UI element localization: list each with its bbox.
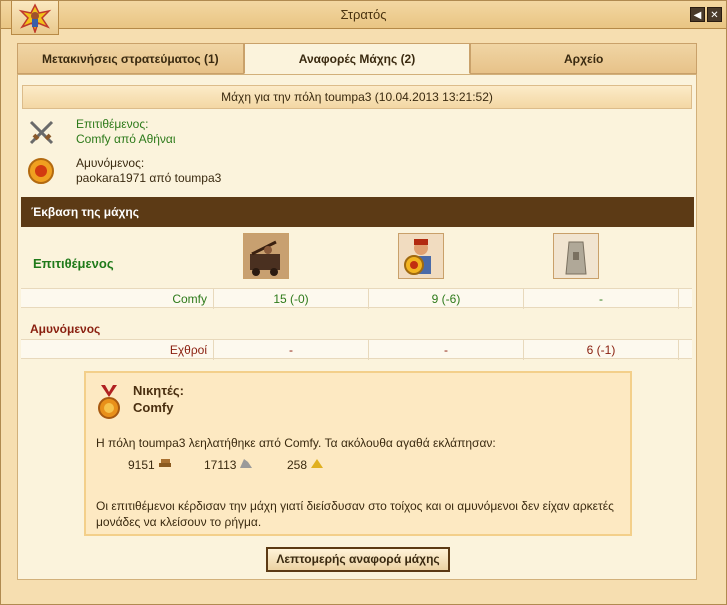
- report-panel: Μάχη για την πόλη toumpa3 (10.04.2013 13…: [17, 74, 697, 580]
- wall-icon[interactable]: [553, 233, 599, 279]
- attacker-unit-1-count: 15 (-0): [214, 289, 369, 309]
- defender-side-label: Αμυνόμενος: [30, 322, 101, 336]
- plunder-text: Η πόλη toumpa3 λεηλατήθηκε από Comfy. Τα…: [96, 436, 496, 450]
- winners-label: Νικητές:: [133, 383, 184, 398]
- defender-row-name: Εχθροί: [21, 340, 214, 360]
- medal-icon: [98, 385, 120, 424]
- tab-battle-reports[interactable]: Αναφορές Μάχης (2): [243, 43, 471, 74]
- marble-icon: [239, 457, 253, 472]
- crossed-swords-icon: [26, 117, 58, 152]
- close-button[interactable]: ✕: [707, 7, 722, 22]
- siege-unit-icon[interactable]: [243, 233, 289, 279]
- defender-row: Εχθροί - - 6 (-1): [21, 339, 692, 360]
- army-window: Στρατός ◀ ✕ Μετακινήσεις στρατεύματος (1…: [0, 0, 727, 605]
- attacker-side-label: Επιτιθέμενος: [33, 256, 114, 271]
- defender-value[interactable]: paokara1971 από toumpa3: [76, 171, 221, 185]
- resource-sulfur-amount: 258: [287, 457, 308, 472]
- resource-wood-amount: 9151: [128, 457, 155, 472]
- resource-wood: 9151: [128, 457, 172, 472]
- resource-marble-amount: 17113: [204, 457, 237, 472]
- tab-archive[interactable]: Αρχείο: [470, 43, 698, 74]
- sulfur-icon: [310, 457, 324, 472]
- attacker-row: Comfy 15 (-0) 9 (-6) -: [21, 288, 692, 309]
- battle-explanation: Οι επιτιθέμενοι κέρδισαν την μάχη γιατί …: [96, 499, 614, 529]
- window-title: Στρατός: [340, 7, 387, 22]
- battle-result-box: Νικητές: Comfy Η πόλη toumpa3 λεηλατήθηκ…: [84, 371, 632, 536]
- battle-outcome-header: Έκβαση της μάχης: [21, 197, 694, 227]
- winner-name: Comfy: [133, 400, 174, 415]
- battle-title: Μάχη για την πόλη toumpa3 (10.04.2013 13…: [22, 85, 692, 109]
- attacker-unit-2-count: 9 (-6): [369, 289, 524, 309]
- tab-troop-movements[interactable]: Μετακινήσεις στρατεύματος (1): [17, 43, 244, 74]
- defender-unit-1-count: -: [214, 340, 369, 360]
- resource-marble: 17113: [204, 457, 253, 472]
- wood-icon: [158, 457, 172, 472]
- defender-unit-2-count: -: [369, 340, 524, 360]
- hoplite-unit-icon[interactable]: [398, 233, 444, 279]
- attacker-unit-3-count: -: [524, 289, 679, 309]
- attacker-units-header: Επιτιθέμενος: [21, 231, 692, 286]
- defender-label: Αμυνόμενος:: [76, 156, 145, 170]
- resource-sulfur: 258: [287, 457, 324, 472]
- attacker-row-name[interactable]: Comfy: [21, 289, 214, 309]
- shield-icon: [26, 156, 56, 189]
- attacker-label: Επιτιθέμενος:: [76, 117, 149, 131]
- title-bar: Στρατός: [1, 1, 726, 29]
- defender-unit-3-count: 6 (-1): [524, 340, 679, 360]
- attacker-value[interactable]: Comfy από Αθήναι: [76, 132, 176, 146]
- back-button[interactable]: ◀: [690, 7, 705, 22]
- army-logo-icon: [11, 1, 59, 35]
- tab-bar: Μετακινήσεις στρατεύματος (1) Αναφορές Μ…: [17, 43, 698, 74]
- detailed-report-button[interactable]: Λεπτομερής αναφορά μάχης: [266, 547, 450, 572]
